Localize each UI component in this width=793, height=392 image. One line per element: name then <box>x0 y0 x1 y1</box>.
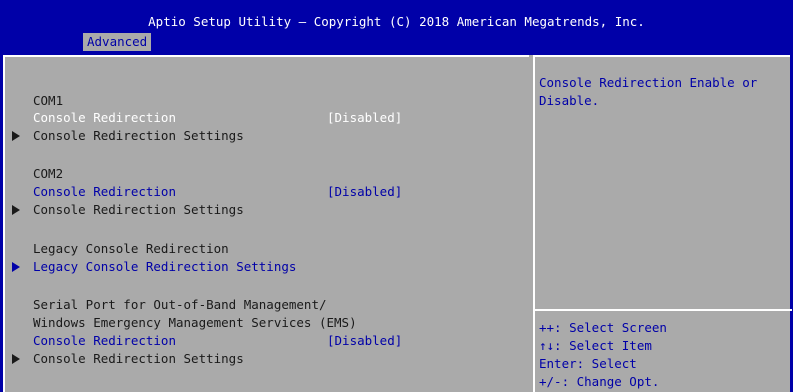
com2-console-redirection-value[interactable]: [Disabled] <box>327 183 402 200</box>
com2-console-redirection-label[interactable]: Console Redirection <box>33 183 176 200</box>
key-hint-select-item: ↑↓: Select Item <box>539 338 652 353</box>
com1-console-redirection-label[interactable]: Console Redirection <box>33 109 176 126</box>
help-divider <box>535 309 792 311</box>
com1-console-redirection-settings[interactable]: Console Redirection Settings <box>33 127 244 144</box>
help-text-line1: Console Redirection Enable or <box>539 75 758 90</box>
help-text-line2: Disable. <box>539 93 600 108</box>
ems-console-redirection-settings[interactable]: Console Redirection Settings <box>33 350 244 367</box>
key-hint-change: +/-: Change Opt. <box>539 374 660 389</box>
settings-list: COM1 Console Redirection [Disabled] Cons… <box>3 55 529 392</box>
key-hint-enter: Enter: Select <box>539 356 637 371</box>
key-hint-select-screen: ++: Select Screen <box>539 320 667 335</box>
legacy-console-redirection-settings[interactable]: Legacy Console Redirection Settings <box>33 258 296 275</box>
submenu-arrow-icon <box>12 131 20 141</box>
com2-heading: COM2 <box>33 166 64 181</box>
ems-heading-line1: Serial Port for Out-of-Band Management/ <box>33 297 327 312</box>
ems-console-redirection-label[interactable]: Console Redirection <box>33 332 176 349</box>
com1-heading: COM1 <box>33 93 64 108</box>
ems-heading-line2: Windows Emergency Management Services (E… <box>33 315 357 330</box>
submenu-arrow-icon <box>12 205 20 215</box>
help-panel: Console Redirection Enable or Disable. +… <box>533 55 792 392</box>
main-panel: COM1 Console Redirection [Disabled] Cons… <box>3 55 792 392</box>
header-bar: Aptio Setup Utility – Copyright (C) 2018… <box>0 0 793 52</box>
submenu-arrow-icon <box>12 354 20 364</box>
com1-console-redirection-value[interactable]: [Disabled] <box>327 109 402 126</box>
com2-console-redirection-settings[interactable]: Console Redirection Settings <box>33 201 244 218</box>
tab-advanced[interactable]: Advanced <box>83 33 152 51</box>
legacy-heading: Legacy Console Redirection <box>33 241 229 256</box>
submenu-arrow-icon <box>12 262 20 272</box>
ems-console-redirection-value[interactable]: [Disabled] <box>327 332 402 349</box>
app-title: Aptio Setup Utility – Copyright (C) 2018… <box>148 14 645 29</box>
